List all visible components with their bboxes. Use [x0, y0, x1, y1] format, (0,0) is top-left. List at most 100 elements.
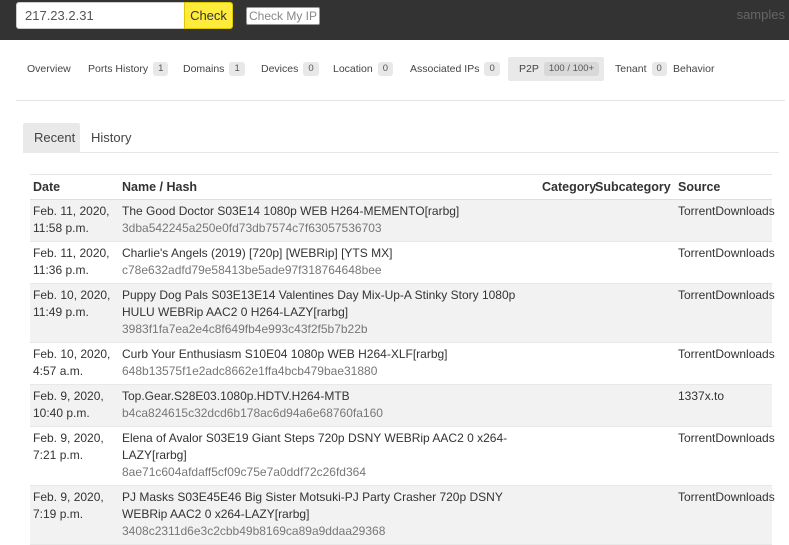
- category-cell: [539, 384, 592, 427]
- torrent-name: The Good Doctor S03E14 1080p WEB H264-ME…: [122, 204, 460, 218]
- tab-count-badge: 1: [229, 62, 245, 76]
- date-text: Feb. 9, 2020,: [33, 389, 104, 403]
- table-row: Feb. 11, 2020, 11:36 p.m. Charlie's Angel…: [30, 241, 775, 284]
- source-cell: TorrentDownloads: [675, 485, 775, 545]
- column-header-subcategory[interactable]: Subcategory: [592, 174, 675, 200]
- tab-count-badge: 0: [377, 62, 393, 76]
- tab-associated-ips[interactable]: Associated IPs 0: [399, 57, 511, 81]
- table-header-row: Date Name / Hash Category Subcategory So…: [30, 174, 772, 200]
- date-cell: Feb. 10, 2020, 11:49 p.m.: [30, 283, 119, 343]
- torrent-name: PJ Masks S03E45E46 Big Sister Motsuki-PJ…: [122, 490, 503, 521]
- table-row: Feb. 10, 2020, 11:49 p.m. Puppy Dog Pals …: [30, 283, 775, 343]
- date-cell: Feb. 11, 2020, 11:36 p.m.: [30, 241, 119, 284]
- subcategory-cell: [592, 283, 675, 343]
- table-row: Feb. 9, 2020, 10:40 p.m. Top.Gear.S28E03.…: [30, 384, 772, 427]
- column-header-name-hash[interactable]: Name / Hash: [119, 174, 539, 200]
- tab-label: Tenant: [615, 63, 647, 75]
- source-cell: TorrentDownloads: [675, 199, 775, 242]
- tab-ports-history[interactable]: Ports History 1: [77, 57, 179, 81]
- name-hash-cell: Charlie's Angels (2019) [720p] [WEBRip] …: [119, 241, 539, 284]
- name-hash-cell: PJ Masks S03E45E46 Big Sister Motsuki-PJ…: [119, 485, 539, 545]
- date-text: Feb. 11, 2020,: [33, 204, 110, 218]
- time-text: 7:19 p.m.: [33, 507, 84, 521]
- subcategory-cell: [592, 241, 675, 284]
- tab-label: Ports History: [88, 63, 149, 75]
- category-cell: [539, 283, 592, 343]
- ip-search-input[interactable]: [16, 2, 185, 29]
- p2p-subtabs: Recent History: [23, 123, 779, 153]
- time-text: 10:40 p.m.: [33, 406, 90, 420]
- table-row: Feb. 11, 2020, 11:58 p.m. The Good Doctor…: [30, 199, 775, 242]
- name-hash-cell: The Good Doctor S03E14 1080p WEB H264-ME…: [119, 199, 539, 242]
- subcategory-cell: [592, 199, 675, 242]
- tab-label: Overview: [27, 63, 71, 75]
- check-my-ip-button[interactable]: Check My IP: [246, 7, 320, 25]
- torrent-name: Curb Your Enthusiasm S10E04 1080p WEB H2…: [122, 347, 448, 361]
- torrent-name: Elena of Avalor S03E19 Giant Steps 720p …: [122, 431, 508, 462]
- torrent-hash: 8ae71c604afdaff5cf09c75e7a0ddf72c26fd364: [122, 465, 367, 479]
- source-cell: TorrentDownloads: [675, 342, 775, 385]
- tab-label: Associated IPs: [410, 63, 480, 75]
- torrent-hash: b4ca824615c32dcd6b178ac6d94a6e68760fa160: [122, 406, 383, 420]
- date-text: Feb. 10, 2020,: [33, 347, 111, 361]
- torrent-hash: 3983f1fa7ea2e4c8f649fb4e993c43f2f5b7b22b: [122, 322, 368, 336]
- date-cell: Feb. 10, 2020, 4:57 a.m.: [30, 342, 119, 385]
- category-cell: [539, 426, 592, 486]
- tab-domains[interactable]: Domains 1: [172, 57, 256, 81]
- tab-devices[interactable]: Devices 0: [250, 57, 330, 81]
- table-row: Feb. 9, 2020, 7:21 p.m. Elena of Avalor S…: [30, 426, 775, 486]
- tab-label: Behavior: [673, 63, 715, 75]
- check-button[interactable]: Check: [184, 2, 233, 29]
- category-cell: [539, 485, 592, 545]
- date-cell: Feb. 9, 2020, 7:19 p.m.: [30, 485, 119, 545]
- table-row: Feb. 10, 2020, 4:57 a.m. Curb Your Enthus…: [30, 342, 775, 385]
- samples-link[interactable]: samples: [737, 7, 785, 22]
- time-text: 11:36 p.m.: [33, 263, 89, 277]
- tab-behavior[interactable]: Behavior: [662, 57, 725, 81]
- column-header-date[interactable]: Date: [30, 174, 119, 200]
- table-row: Feb. 9, 2020, 7:19 p.m. PJ Masks S03E45E4…: [30, 485, 775, 545]
- source-cell: TorrentDownloads: [675, 426, 775, 486]
- time-text: 4:57 a.m.: [33, 364, 84, 378]
- date-cell: Feb. 9, 2020, 10:40 p.m.: [30, 384, 119, 427]
- source-cell: TorrentDownloads: [675, 283, 775, 343]
- subcategory-cell: [592, 342, 675, 385]
- name-hash-cell: Top.Gear.S28E03.1080p.HDTV.H264-MTB b4ca8…: [119, 384, 539, 427]
- name-hash-cell: Curb Your Enthusiasm S10E04 1080p WEB H2…: [119, 342, 539, 385]
- torrent-name: Charlie's Angels (2019) [720p] [WEBRip] …: [122, 246, 393, 260]
- date-text: Feb. 9, 2020,: [33, 490, 104, 504]
- category-cell: [539, 342, 592, 385]
- torrent-hash: c78e632adfd79e58413be5ade97f318764648bee: [122, 263, 382, 277]
- tab-label: Domains: [183, 63, 225, 75]
- subtab-recent[interactable]: Recent: [23, 123, 80, 153]
- torrent-hash: 3dba542245a250e0fd73db7574c7f63057536703: [122, 221, 382, 235]
- torrent-name: Top.Gear.S28E03.1080p.HDTV.H264-MTB: [122, 389, 350, 403]
- tab-count-badge: 0: [484, 62, 500, 76]
- p2p-results-table: Date Name / Hash Category Subcategory So…: [30, 174, 775, 545]
- tab-count-badge: 100 / 100+: [543, 62, 600, 76]
- source-cell: TorrentDownloads: [675, 241, 775, 284]
- time-text: 7:21 p.m.: [33, 448, 84, 462]
- tab-count-badge: 0: [303, 62, 319, 76]
- tab-location[interactable]: Location 0: [322, 57, 404, 81]
- tab-overview[interactable]: Overview: [16, 57, 82, 81]
- subcategory-cell: [592, 485, 675, 545]
- date-cell: Feb. 9, 2020, 7:21 p.m.: [30, 426, 119, 486]
- column-header-category[interactable]: Category: [539, 174, 596, 200]
- tab-label: Location: [333, 63, 373, 75]
- tab-label: Devices: [261, 63, 299, 75]
- torrent-hash: 648b13575f1e2adc8662e1ffa4bcb479bae31880: [122, 364, 378, 378]
- torrent-name: Puppy Dog Pals S03E13E14 Valentines Day …: [122, 288, 516, 319]
- tab-p2p[interactable]: P2P 100 / 100+: [508, 57, 604, 81]
- source-cell: 1337x.to: [675, 384, 772, 427]
- category-cell: [539, 199, 592, 242]
- top-bar: Check Check My IP samples: [0, 0, 789, 40]
- main-tabs: Overview Ports History 1 Domains 1 Devic…: [16, 57, 785, 101]
- name-hash-cell: Puppy Dog Pals S03E13E14 Valentines Day …: [119, 283, 539, 343]
- tab-count-badge: 1: [153, 62, 169, 76]
- date-cell: Feb. 11, 2020, 11:58 p.m.: [30, 199, 119, 242]
- subcategory-cell: [592, 384, 675, 427]
- column-header-source[interactable]: Source: [675, 174, 772, 200]
- subcategory-cell: [592, 426, 675, 486]
- subtab-history[interactable]: History: [80, 123, 142, 153]
